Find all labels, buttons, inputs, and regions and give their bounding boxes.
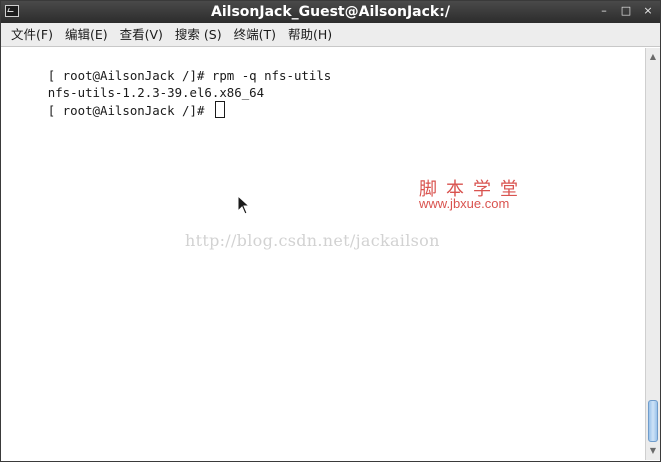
watermark-blog-url: http://blog.csdn.net/jackailson <box>185 231 440 250</box>
window-title: AilsonJack_Guest@AilsonJack:/ <box>211 4 450 20</box>
terminal-line: [ root@AilsonJack /]# rpm -q nfs-utils <box>3 50 331 83</box>
vertical-scrollbar[interactable]: ▲ ▼ <box>645 48 660 460</box>
menu-view[interactable]: 查看(V) <box>114 24 169 46</box>
terminal-output-area[interactable]: [ root@AilsonJack /]# rpm -q nfs-utils n… <box>1 48 644 460</box>
close-button[interactable]: × <box>640 3 656 19</box>
window-controls: – □ × <box>596 3 656 19</box>
scroll-up-arrow-icon[interactable]: ▲ <box>646 50 660 64</box>
scroll-down-arrow-icon[interactable]: ▼ <box>646 444 660 458</box>
title-bar[interactable]: AilsonJack_Guest@AilsonJack:/ – □ × <box>1 1 660 23</box>
menu-file[interactable]: 文件(F) <box>5 24 59 46</box>
menu-bar: 文件(F) 编辑(E) 查看(V) 搜索 (S) 终端(T) 帮助(H) <box>1 23 660 47</box>
watermark-site-url: www.jbxue.com <box>419 196 510 211</box>
text-cursor <box>214 101 225 118</box>
minimize-button[interactable]: – <box>596 3 612 19</box>
mouse-pointer-icon <box>237 194 251 215</box>
scrollbar-thumb[interactable] <box>648 400 658 442</box>
menu-terminal[interactable]: 终端(T) <box>228 24 282 46</box>
terminal-line-text: [ root@AilsonJack /]# <box>47 103 212 118</box>
terminal-line: nfs-utils-1.2.3-39.el6.x86_64 <box>3 67 264 100</box>
terminal-prompt-line: [ root@AilsonJack /]# <box>3 84 225 118</box>
menu-edit[interactable]: 编辑(E) <box>59 24 114 46</box>
terminal-window: AilsonJack_Guest@AilsonJack:/ – □ × 文件(F… <box>0 0 661 462</box>
maximize-button[interactable]: □ <box>618 3 634 19</box>
menu-help[interactable]: 帮助(H) <box>282 24 338 46</box>
menu-search[interactable]: 搜索 (S) <box>169 24 228 46</box>
